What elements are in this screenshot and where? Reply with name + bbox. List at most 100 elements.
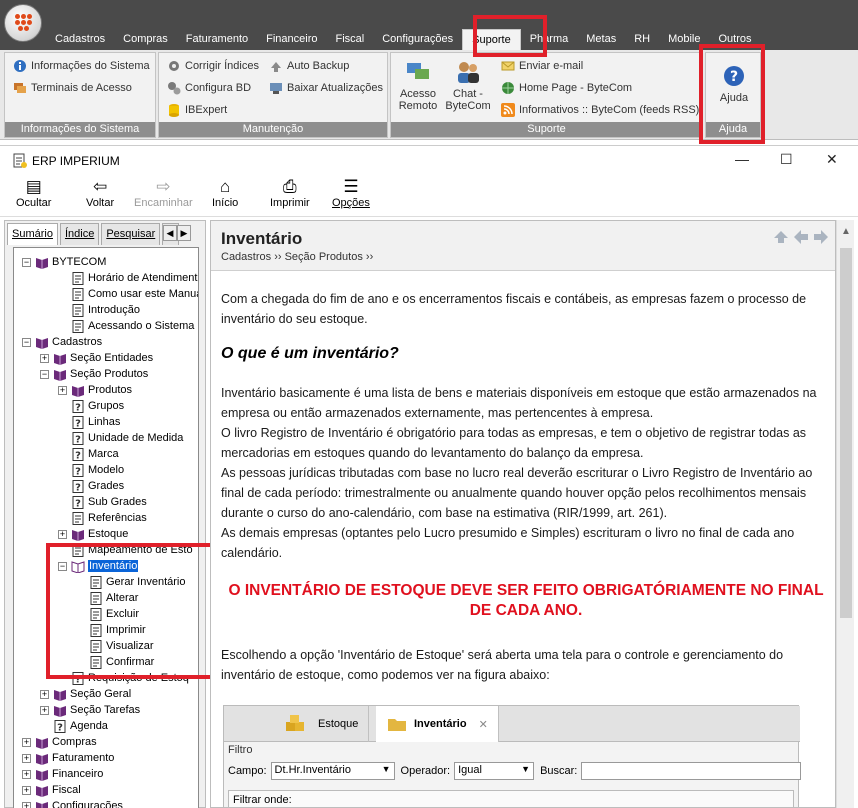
informacoes-sistema-button[interactable]: Informações do Sistema: [13, 59, 150, 73]
toc-node[interactable]: ? Agenda: [53, 718, 108, 734]
tab-pesquisar[interactable]: Pesquisar: [101, 223, 161, 245]
menu-tab-rh[interactable]: RH: [625, 29, 659, 50]
ocultar-button[interactable]: ▤ Ocultar: [16, 177, 51, 209]
expand-icon[interactable]: +: [22, 769, 31, 779]
menu-tab-faturamento[interactable]: Faturamento: [177, 29, 257, 50]
app-orb-button[interactable]: [4, 4, 42, 42]
toc-node[interactable]: + Financeiro: [22, 766, 103, 782]
tab-indice[interactable]: Índice: [59, 223, 100, 245]
tab-sumario[interactable]: Sumário: [7, 223, 58, 245]
help-page-icon: ?: [72, 463, 84, 477]
collapse-icon[interactable]: −: [22, 257, 31, 267]
svg-text:?: ?: [75, 498, 81, 509]
toc-node-label: Compras: [52, 736, 97, 748]
topic-next-icon[interactable]: [813, 229, 829, 245]
ribbon-group-suporte-title: Suporte: [391, 122, 702, 137]
menu-tab-fiscal[interactable]: Fiscal: [327, 29, 374, 50]
forward-arrow-icon: ⇨: [156, 177, 171, 196]
toc-node[interactable]: ? Modelo: [71, 462, 124, 478]
campo-select: Dt.Hr.Inventário ▼: [270, 762, 395, 780]
toc-node[interactable]: Como usar este Manual: [71, 286, 198, 302]
toc-node[interactable]: − BYTECOM: [22, 254, 106, 270]
terminais-acesso-button[interactable]: Terminais de Acesso: [13, 81, 132, 95]
toc-node[interactable]: Acessando o Sistema: [71, 318, 194, 334]
expand-icon[interactable]: +: [22, 753, 31, 763]
breadcrumb[interactable]: Cadastros ›› Seção Produtos ››: [221, 251, 373, 263]
expand-icon[interactable]: +: [22, 737, 31, 747]
highlight-inventario-node: [46, 543, 214, 679]
campo-value: Dt.Hr.Inventário: [274, 764, 351, 776]
toc-node[interactable]: − Cadastros: [22, 334, 102, 350]
expand-icon[interactable]: +: [58, 529, 67, 539]
expand-icon[interactable]: +: [40, 353, 49, 363]
toc-node-label: Seção Geral: [70, 688, 132, 700]
toc-node[interactable]: ? Grupos: [71, 398, 124, 414]
toc-node[interactable]: + Seção Tarefas: [40, 702, 140, 718]
configura-bd-button[interactable]: Configura BD: [167, 81, 251, 95]
expand-icon[interactable]: +: [22, 801, 31, 808]
toc-node[interactable]: + Seção Geral: [40, 686, 131, 702]
auto-backup-button[interactable]: Auto Backup: [269, 59, 349, 73]
menu-tab-compras[interactable]: Compras: [114, 29, 177, 50]
menu-tab-metas[interactable]: Metas: [577, 29, 625, 50]
toc-node-label: Grupos: [88, 400, 125, 412]
content-scrollbar[interactable]: ▲: [836, 220, 854, 808]
expand-icon[interactable]: +: [22, 785, 31, 795]
acesso-remoto-button[interactable]: Acesso Remoto: [397, 59, 439, 112]
toc-node[interactable]: ? Grades: [71, 478, 124, 494]
voltar-button[interactable]: ⇦ Voltar: [86, 177, 114, 209]
toc-node[interactable]: + Faturamento: [22, 750, 114, 766]
close-button[interactable]: ✕: [826, 151, 838, 168]
home-page-button[interactable]: Home Page - ByteCom: [501, 81, 632, 95]
menu-tab-cadastros[interactable]: Cadastros: [46, 29, 114, 50]
toc-node[interactable]: Introdução: [71, 302, 140, 318]
toc-node[interactable]: ? Marca: [71, 446, 119, 462]
toc-node[interactable]: Referências: [71, 510, 147, 526]
opcoes-button[interactable]: ☰ Opções: [332, 177, 370, 209]
menu-tab-financeiro[interactable]: Financeiro: [257, 29, 326, 50]
help-page-icon: ?: [72, 479, 84, 493]
menu-tab-configuracoes[interactable]: Configurações: [373, 29, 462, 50]
screenshot-filtro-label: Filtro: [228, 744, 253, 756]
toc-node[interactable]: + Fiscal: [22, 782, 81, 798]
help-content: Inventário Cadastros ›› Seção Produtos ›…: [210, 220, 836, 808]
minimize-button[interactable]: —: [735, 151, 749, 167]
toc-node[interactable]: Horário de Atendimento: [71, 270, 198, 286]
inicio-button[interactable]: ⌂ Início: [212, 177, 238, 209]
expand-icon[interactable]: +: [40, 705, 49, 715]
scroll-up-icon[interactable]: ▲: [841, 226, 851, 237]
topic-prev-icon[interactable]: [793, 229, 809, 245]
expand-icon[interactable]: +: [58, 385, 67, 395]
scrollbar-thumb[interactable]: [840, 248, 852, 618]
enviar-email-button[interactable]: Enviar e-mail: [501, 59, 583, 73]
help-page-icon: ?: [72, 447, 84, 461]
ibexpert-button[interactable]: IBExpert: [167, 103, 227, 117]
instructions-paragraph: Escolhendo a opção 'Inventário de Estoqu…: [221, 648, 784, 682]
expand-icon[interactable]: +: [40, 689, 49, 699]
globe-icon: [502, 82, 514, 94]
toc-node[interactable]: + Produtos: [58, 382, 132, 398]
toc-node[interactable]: + Configurações: [22, 798, 123, 808]
ocultar-label: Ocultar: [16, 197, 52, 209]
toc-node[interactable]: + Estoque: [58, 526, 128, 542]
topic-up-icon[interactable]: [773, 229, 789, 245]
chat-bytecom-button[interactable]: Chat - ByteCom: [443, 59, 493, 112]
imprimir-button[interactable]: ⎙ Imprimir: [270, 177, 310, 209]
app-menubar: Cadastros Compras Faturamento Financeiro Fis…: [0, 0, 858, 50]
tab-scroll-right-icon[interactable]: ▶: [177, 225, 191, 241]
toc-node[interactable]: + Compras: [22, 734, 97, 750]
tab-scroll-left-icon[interactable]: ◀: [163, 225, 177, 241]
collapse-icon[interactable]: −: [40, 369, 49, 379]
encaminhar-button[interactable]: ⇨ Encaminhar: [134, 177, 193, 209]
collapse-icon[interactable]: −: [22, 337, 31, 347]
informativos-rss-button[interactable]: Informativos :: ByteCom (feeds RSS): [501, 103, 699, 117]
toc-node[interactable]: − Seção Produtos: [40, 366, 148, 382]
toc-node[interactable]: ? Sub Grades: [71, 494, 147, 510]
baixar-atualizacoes-button[interactable]: Baixar Atualizações: [269, 81, 383, 95]
corrigir-indices-button[interactable]: Corrigir Índices: [167, 59, 259, 73]
maximize-button[interactable]: ☐: [780, 151, 793, 168]
toc-node[interactable]: ? Linhas: [71, 414, 120, 430]
svg-text:?: ?: [75, 418, 81, 429]
toc-node[interactable]: + Seção Entidades: [40, 350, 153, 366]
toc-node[interactable]: ? Unidade de Medida: [71, 430, 183, 446]
